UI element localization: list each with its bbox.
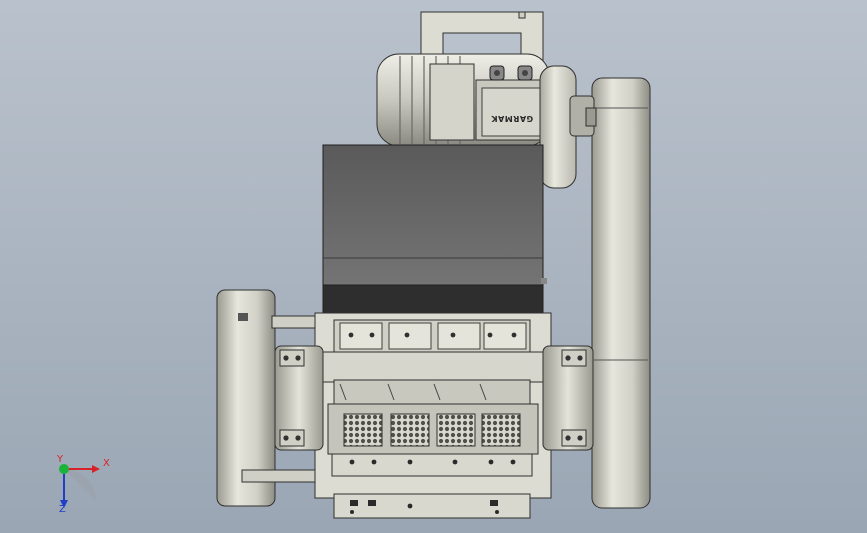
axis-triad	[59, 464, 100, 508]
cad-viewport[interactable]: GARMAK X Y Z	[0, 0, 867, 533]
y-axis-marker	[59, 464, 69, 474]
left-bearing	[274, 345, 324, 451]
machine-drawing	[59, 11, 651, 519]
lifting-frame	[420, 11, 544, 61]
x-axis-label: X	[103, 458, 110, 469]
z-axis-label: Z	[59, 504, 66, 515]
motor-brand-label: GARMAK	[490, 114, 534, 123]
feed-hopper	[322, 144, 547, 314]
right-bearing	[542, 345, 594, 451]
y-axis-label: Y	[57, 454, 64, 465]
cutting-chamber	[314, 312, 552, 519]
right-flywheel	[591, 77, 651, 509]
